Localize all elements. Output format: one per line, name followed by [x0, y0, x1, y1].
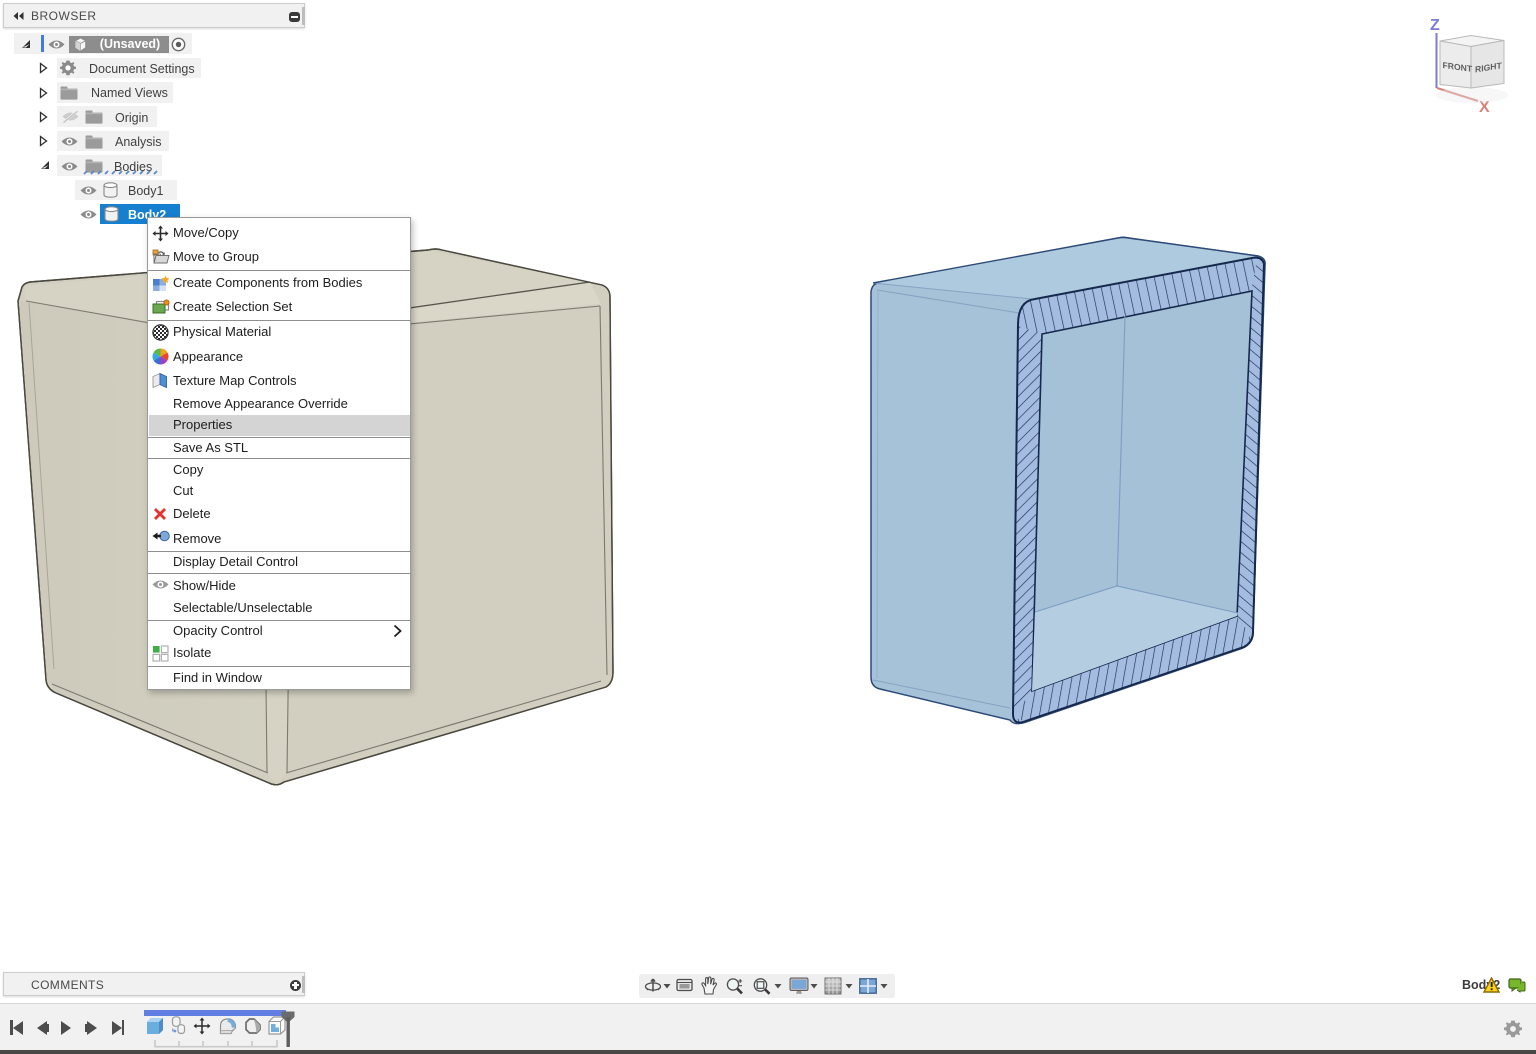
svg-text:Z: Z: [1430, 17, 1440, 34]
